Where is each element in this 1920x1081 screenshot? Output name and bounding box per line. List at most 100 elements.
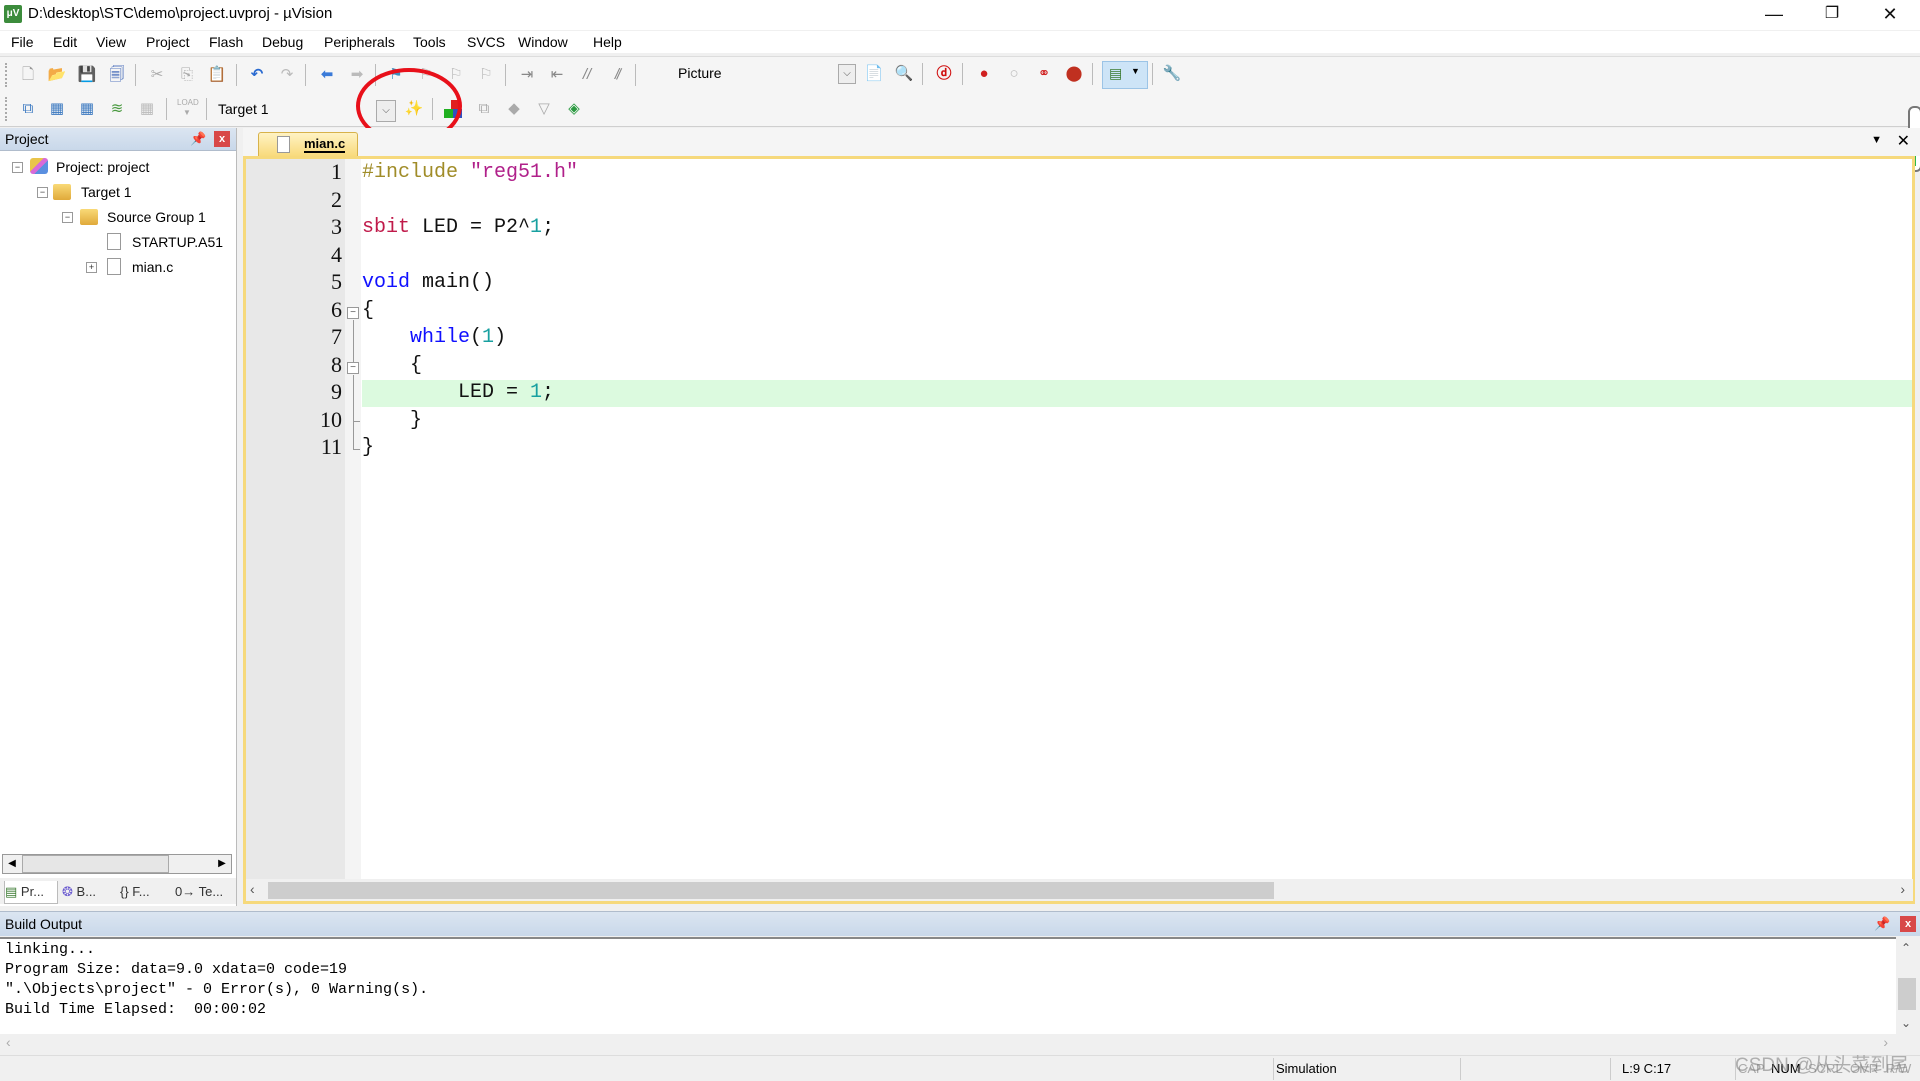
fold-collapse-icon[interactable]: − — [347, 362, 359, 374]
breakpoint-kill-all-icon[interactable]: ⬤ — [1064, 64, 1084, 84]
breakpoint-disable-all-icon[interactable]: ⚭ — [1034, 64, 1054, 84]
event-recorder-icon[interactable]: ▽ — [534, 99, 554, 119]
tab-templates[interactable]: 0→ Te... — [175, 881, 223, 903]
rebuild-icon[interactable]: ▦ — [77, 99, 97, 119]
editor-tab-main-c[interactable]: mian.c — [258, 132, 358, 157]
menu-flash[interactable]: Flash — [209, 34, 243, 50]
save-icon[interactable]: 💾 — [77, 65, 97, 85]
scroll-up-icon[interactable]: ⌃ — [1901, 941, 1911, 955]
tab-books[interactable]: ❂ B... — [62, 881, 96, 903]
menu-tools[interactable]: Tools — [413, 34, 446, 50]
close-panel-icon[interactable]: x — [214, 131, 230, 147]
undo-icon[interactable]: ↶ — [247, 65, 267, 85]
select-packs-icon[interactable]: ⧉ — [474, 99, 494, 119]
code-line[interactable]: while(1) — [362, 326, 506, 349]
menu-peripherals[interactable]: Peripherals — [324, 34, 395, 50]
build-output-hscrollbar[interactable]: ‹ › — [0, 1034, 1896, 1052]
fold-collapse-icon[interactable]: − — [347, 307, 359, 319]
scroll-right-icon[interactable]: ▶ — [213, 855, 231, 873]
fold-guide — [353, 320, 354, 365]
pack-installer-icon[interactable]: ◆ — [504, 99, 524, 119]
save-all-icon[interactable]: 🗐 — [107, 65, 127, 85]
open-file-icon[interactable]: 📂 — [47, 65, 67, 85]
tab-project[interactable]: ▤ Pr... — [4, 881, 58, 904]
scroll-right-icon[interactable]: › — [1900, 881, 1905, 897]
chevron-down-icon[interactable]: ⌵ — [838, 64, 856, 84]
build-icon[interactable]: ▦ — [47, 99, 67, 119]
scroll-right-icon[interactable]: › — [1883, 1034, 1888, 1050]
indent-icon[interactable]: ⇥ — [517, 65, 537, 85]
menu-help[interactable]: Help — [593, 34, 622, 50]
paste-icon[interactable]: 📋 — [207, 65, 227, 85]
close-tab-icon[interactable]: ✕ — [1897, 131, 1910, 151]
code-line[interactable]: void main() — [362, 271, 494, 294]
navigate-forward-icon[interactable]: ➡ — [347, 65, 367, 85]
translate-icon[interactable]: ⧉ — [18, 99, 38, 119]
cut-icon[interactable]: ✂ — [147, 65, 167, 85]
breakpoint-enable-icon[interactable]: ○ — [1004, 64, 1024, 84]
toolbar-grip[interactable] — [5, 63, 10, 87]
pin-icon[interactable]: 📌 — [190, 131, 206, 147]
code-line[interactable]: { — [362, 354, 422, 377]
menu-window[interactable]: Window — [518, 34, 568, 50]
download-icon[interactable]: LOAD ▼ — [177, 98, 199, 118]
batch-build-icon[interactable]: ≋ — [107, 99, 127, 119]
restore-button[interactable]: ❐ — [1803, 0, 1861, 30]
menu-project[interactable]: Project — [146, 34, 190, 50]
tab-label: {} F... — [120, 884, 150, 899]
find-combo[interactable]: Picture — [638, 62, 858, 84]
collapse-icon[interactable]: − — [37, 187, 48, 198]
copy-icon[interactable]: ⎘ — [177, 65, 197, 85]
menu-debug[interactable]: Debug — [262, 34, 303, 50]
uncomment-icon[interactable]: /̸ — [607, 65, 627, 85]
bookmark-clear-icon[interactable]: ⚐ — [476, 65, 496, 85]
menu-edit[interactable]: Edit — [53, 34, 77, 50]
pin-icon[interactable]: 📌 — [1874, 916, 1890, 932]
line-number: 11 — [320, 434, 342, 459]
unindent-icon[interactable]: ⇤ — [547, 65, 567, 85]
tab-list-dropdown-icon[interactable]: ▼ — [1871, 134, 1882, 146]
build-output-text[interactable]: linking... Program Size: data=9.0 xdata=… — [0, 937, 1896, 1034]
code-line[interactable]: { — [362, 299, 374, 322]
line-number: 3 — [331, 214, 342, 239]
comment-icon[interactable]: // — [577, 65, 597, 85]
scroll-left-icon[interactable]: ‹ — [6, 1034, 11, 1050]
code-line[interactable]: sbit LED = P2^1; — [362, 216, 554, 239]
menu-view[interactable]: View — [96, 34, 126, 50]
tab-functions[interactable]: {} F... — [120, 881, 150, 903]
code-line[interactable]: #include "reg51.h" — [362, 161, 578, 184]
scroll-thumb[interactable] — [1898, 978, 1916, 1010]
navigate-back-icon[interactable]: ⬅ — [317, 65, 337, 85]
new-file-icon[interactable]: 🗋 — [18, 65, 38, 85]
collapse-icon[interactable]: − — [12, 162, 23, 173]
manage-run-time-icon[interactable]: ◈ — [564, 99, 584, 119]
expand-icon[interactable]: + — [86, 262, 97, 273]
close-button[interactable]: ✕ — [1861, 0, 1919, 30]
code-editor[interactable] — [243, 156, 1915, 904]
window-layout-button[interactable]: ▤ ▼ — [1102, 61, 1148, 89]
code-line[interactable]: LED = 1; — [362, 381, 554, 404]
scroll-thumb[interactable] — [268, 882, 1274, 899]
close-panel-icon[interactable]: x — [1900, 916, 1916, 932]
menu-file[interactable]: File — [11, 34, 34, 50]
incremental-find-icon[interactable]: 📄 — [864, 64, 884, 84]
code-line[interactable]: } — [362, 436, 374, 459]
stop-build-icon[interactable]: ▦ — [137, 99, 157, 119]
menu-svcs[interactable]: SVCS — [467, 34, 505, 50]
status-bar: Simulation L:9 C:17 CAP NUM SCRL OVR R/W — [0, 1055, 1920, 1081]
redo-icon[interactable]: ↷ — [277, 65, 297, 85]
find-icon[interactable]: 🔍 — [894, 64, 914, 84]
debug-session-icon[interactable]: ⓓ — [934, 64, 954, 84]
scroll-left-icon[interactable]: ◀ — [3, 855, 21, 873]
code-token: 1 — [482, 326, 495, 349]
configure-icon[interactable]: 🔧 — [1162, 64, 1182, 84]
scroll-thumb[interactable] — [22, 855, 169, 873]
breakpoint-insert-icon[interactable]: ● — [974, 64, 994, 84]
scroll-left-icon[interactable]: ‹ — [250, 881, 255, 897]
toolbar-separator — [1092, 63, 1093, 85]
scroll-down-icon[interactable]: ⌄ — [1901, 1016, 1911, 1030]
toolbar-grip[interactable] — [5, 97, 10, 121]
minimize-button[interactable]: — — [1745, 0, 1803, 30]
collapse-icon[interactable]: − — [62, 212, 73, 223]
code-line[interactable]: } — [362, 409, 422, 432]
